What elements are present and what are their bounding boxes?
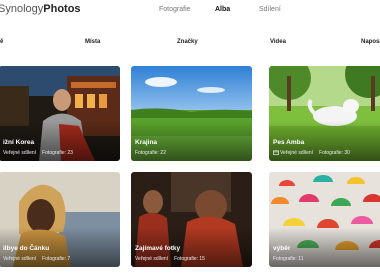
photo-count: Fotografie: 15 — [174, 256, 205, 262]
chip-tags[interactable]: Značky — [177, 38, 198, 46]
album-card-portrait[interactable]: ilbye do Čánku Veřejné sdílení Fotografie… — [0, 172, 120, 267]
album-title: Krajina — [135, 139, 158, 146]
album-card-dog-amba[interactable]: Pes Amba Veřejné sdílení Fotografie: 30 — [269, 66, 380, 161]
shared-status: Veřejné sdílení — [3, 256, 37, 262]
tab-sharing[interactable]: Sdílení — [259, 5, 281, 14]
brand-name: Synology — [0, 3, 44, 15]
album-title: Pes Amba — [273, 139, 305, 146]
shared-status: Veřejné sdílení — [135, 256, 169, 262]
album-meta: Veřejné sdílení Fotografie: 7 — [3, 256, 70, 262]
album-title: výběr — [273, 245, 291, 252]
photo-count: Fotografie: 22 — [135, 150, 166, 156]
album-card-landscape[interactable]: Krajina Fotografie: 22 — [131, 66, 252, 161]
calendar-icon — [273, 150, 279, 155]
chip-recent[interactable]: Naposl — [361, 38, 380, 46]
album-meta: Veřejné sdílení Fotografie: 15 — [135, 256, 205, 262]
album-meta: Veřejné sdílení Fotografie: 30 — [273, 150, 350, 156]
app-logo[interactable]: SynologyPhotos — [0, 2, 81, 16]
album-card-south-korea[interactable]: ižní Korea Veřejné sdílení Fotografie: 23 — [0, 66, 120, 161]
album-meta: Veřejné sdílení Fotografie: 23 — [3, 150, 73, 156]
chip-videos[interactable]: Videa — [270, 38, 286, 46]
album-meta: Fotografie: 11 — [273, 256, 303, 262]
shared-status: Veřejné sdílení — [280, 150, 314, 156]
brand-product: Photos — [43, 3, 81, 15]
album-title: Zajímavé fotky — [135, 245, 181, 252]
album-card-interesting-photos[interactable]: Zajímavé fotky Veřejné sdílení Fotografie… — [131, 172, 252, 267]
photo-count: Fotografie: 30 — [319, 150, 350, 156]
photo-count: Fotografie: 23 — [42, 150, 73, 156]
photo-count: Fotografie: 7 — [42, 256, 71, 262]
chip-places[interactable]: Místa — [85, 38, 100, 46]
album-category-bar: ě Místa Značky Videa Naposl — [0, 38, 380, 50]
tab-photos[interactable]: Fotografie — [159, 5, 191, 14]
chip-people[interactable]: ě — [0, 38, 3, 46]
album-title: ilbye do Čánku — [3, 245, 50, 252]
tab-albums[interactable]: Alba — [215, 5, 230, 14]
album-title: ižní Korea — [3, 139, 35, 146]
album-card-selection[interactable]: výběr Fotografie: 11 — [269, 172, 380, 267]
photo-count: Fotografie: 11 — [273, 256, 304, 262]
top-bar: SynologyPhotos Fotografie Alba Sdílení — [0, 0, 380, 22]
album-meta: Fotografie: 22 — [135, 150, 166, 156]
shared-status: Veřejné sdílení — [3, 150, 37, 156]
